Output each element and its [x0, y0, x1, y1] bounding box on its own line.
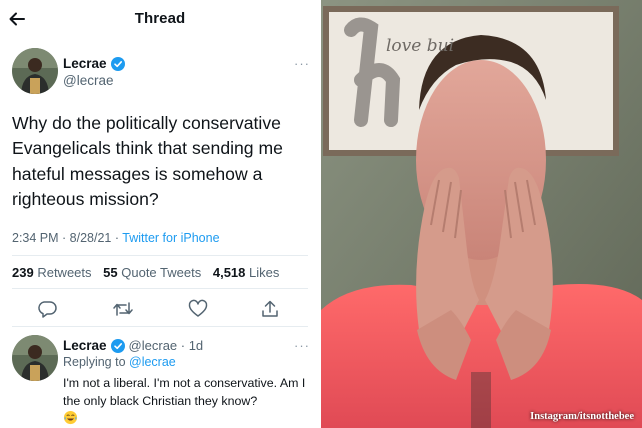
reply-more-options-icon[interactable]: ··· [294, 338, 310, 353]
reply-text-block: I'm not a liberal. I'm not a conservativ… [63, 375, 313, 428]
likes-count[interactable]: 4,518 [213, 265, 246, 280]
divider [12, 288, 308, 289]
reply-author-row: Lecrae @lecrae · 1d [63, 338, 203, 353]
reply-avatar[interactable] [12, 335, 58, 381]
reply-author-name[interactable]: Lecrae [63, 338, 107, 353]
tweet-source-link[interactable]: Twitter for iPhone [122, 231, 219, 245]
like-heart-icon[interactable] [187, 299, 209, 319]
replying-to-prefix: Replying to [63, 355, 130, 369]
author-row: Lecrae [63, 56, 125, 71]
retweet-icon[interactable] [112, 299, 134, 319]
divider [12, 255, 308, 256]
reply-icon[interactable] [36, 299, 58, 319]
replying-to: Replying to @lecrae [63, 355, 176, 369]
more-options-icon[interactable]: ··· [294, 56, 310, 71]
tweet-text: Why do the politically conservative Evan… [12, 113, 283, 210]
likes-label[interactable]: Likes [249, 265, 279, 280]
laughing-tears-icon [63, 410, 78, 425]
author-handle[interactable]: @lecrae [63, 73, 113, 88]
thread-panel: Thread Lecrae @lecrae ··· Why do the pol… [0, 0, 320, 428]
quote-tweets-label[interactable]: Quote Tweets [121, 265, 201, 280]
tweet-timestamp[interactable]: 2:34 PM · 8/28/21 · [12, 231, 122, 245]
verified-badge-icon [110, 56, 125, 71]
divider [12, 326, 308, 327]
replying-to-link[interactable]: @lecrae [129, 355, 176, 369]
photo-credit: Instagram/itsnotthebee [530, 411, 634, 422]
tweet-meta: 2:34 PM · 8/28/21 · Twitter for iPhone [12, 231, 220, 245]
reply-handle-age[interactable]: @lecrae · 1d [129, 338, 204, 353]
author-name[interactable]: Lecrae [63, 56, 107, 71]
photo-panel: love bui Instagram/itsnotthebee [321, 0, 642, 428]
avatar[interactable] [12, 48, 58, 94]
thread-header: Thread [0, 0, 320, 38]
man-covering-face-photo [321, 0, 642, 428]
sign-text: love bui [386, 36, 455, 56]
reply-text: I'm not a liberal. I'm not a conservativ… [63, 376, 306, 408]
retweets-count[interactable]: 239 [12, 265, 34, 280]
share-icon[interactable] [259, 299, 281, 319]
tweet-stats: 239 Retweets 55 Quote Tweets 4,518 Likes [12, 265, 279, 280]
page-title: Thread [134, 10, 186, 27]
verified-badge-icon [110, 338, 125, 353]
quote-tweets-count[interactable]: 55 [103, 265, 117, 280]
retweets-label[interactable]: Retweets [37, 265, 91, 280]
